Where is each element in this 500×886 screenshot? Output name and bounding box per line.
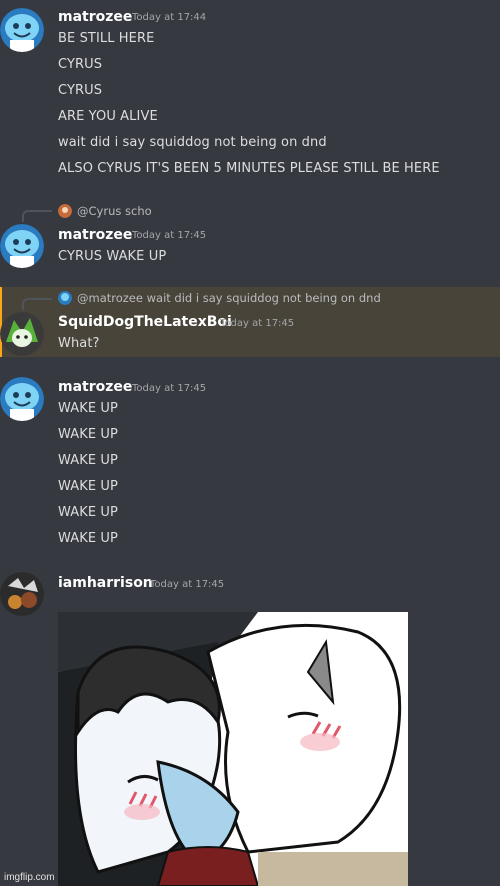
green-character-avatar-icon[interactable] (0, 312, 44, 356)
message-line: WAKE UP (58, 531, 118, 546)
anime-art-image[interactable] (58, 612, 408, 886)
username[interactable]: matrozee (58, 9, 132, 25)
message-line: CYRUS (58, 83, 103, 98)
message-line: ARE YOU ALIVE (58, 109, 158, 124)
reply-avatar-icon (58, 204, 72, 218)
timestamp: Today at 17:44 (132, 12, 207, 23)
message-line: WAKE UP (58, 401, 118, 416)
reply-preview[interactable]: @matrozee wait did i say squiddog not be… (58, 291, 381, 305)
message-line: CYRUS WAKE UP (58, 249, 167, 264)
message-line: WAKE UP (58, 479, 118, 494)
character-avatar-icon[interactable] (0, 572, 44, 616)
message-line: WAKE UP (58, 427, 118, 442)
reply-text: @matrozee wait did i say squiddog not be… (77, 291, 381, 305)
message-line: WAKE UP (58, 453, 118, 468)
reply-connector (22, 210, 52, 222)
message-line: CYRUS (58, 57, 103, 72)
cyan-smiley-avatar-icon[interactable] (0, 377, 44, 421)
username[interactable]: iamharrison (58, 575, 153, 591)
username[interactable]: matrozee (58, 379, 132, 395)
reply-connector (22, 298, 52, 310)
cyan-smiley-avatar-icon[interactable] (0, 224, 44, 268)
timestamp: Today at 17:45 (132, 383, 207, 394)
message-line: WAKE UP (58, 505, 118, 520)
timestamp: Today at 17:45 (220, 318, 295, 329)
username[interactable]: matrozee (58, 227, 132, 243)
watermark: imgflip.com (4, 872, 55, 883)
reply-preview[interactable]: @Cyrus scho (58, 204, 152, 218)
username[interactable]: SquidDogTheLatexBoi (58, 314, 232, 330)
cyan-smiley-avatar-icon[interactable] (0, 8, 44, 52)
message-line: BE STILL HERE (58, 31, 155, 46)
message-line: ALSO CYRUS IT'S BEEN 5 MINUTES PLEASE ST… (58, 161, 440, 176)
timestamp: Today at 17:45 (150, 579, 225, 590)
timestamp: Today at 17:45 (132, 230, 207, 241)
message-line: wait did i say squiddog not being on dnd (58, 135, 327, 150)
reply-avatar-icon (58, 291, 72, 305)
reply-text: @Cyrus scho (77, 204, 152, 218)
message-line: What? (58, 336, 100, 351)
